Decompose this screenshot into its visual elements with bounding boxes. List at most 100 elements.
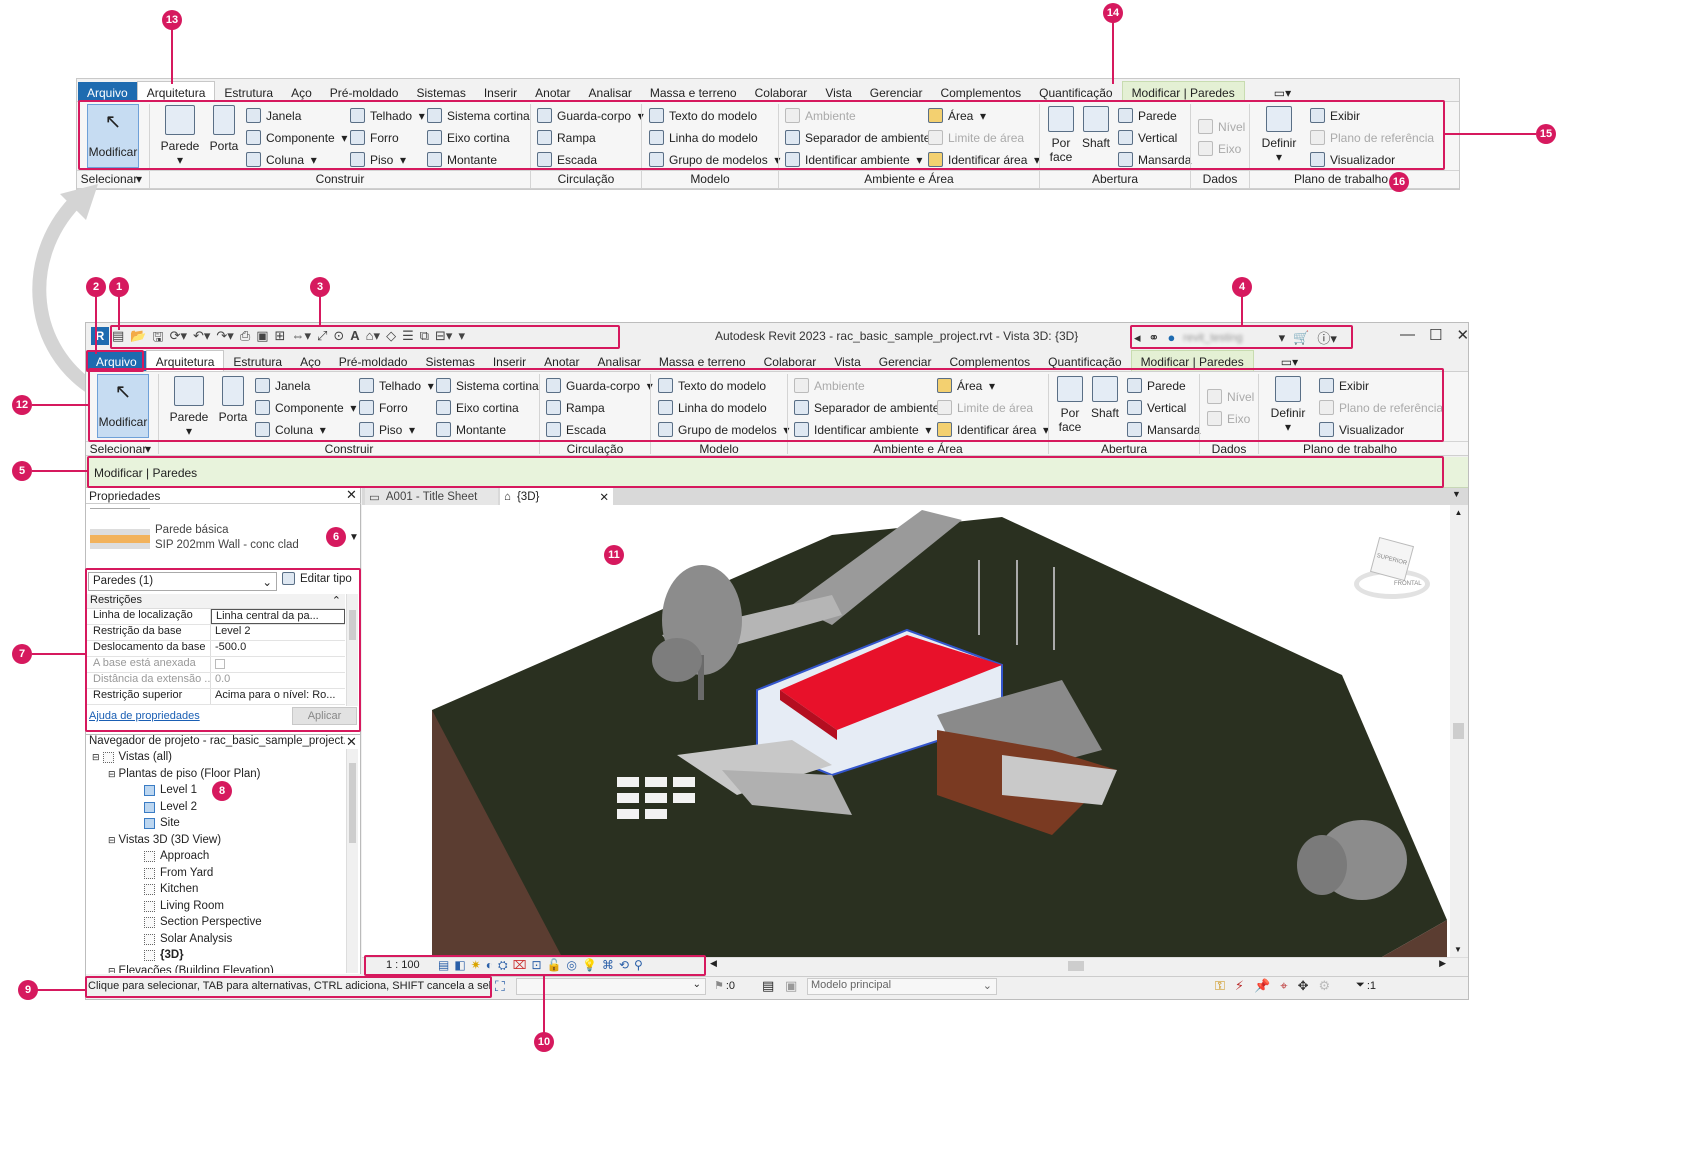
- tab-quantification[interactable]: Quantificação: [1030, 82, 1121, 103]
- model-line-button[interactable]: Linha do modelo: [658, 400, 767, 415]
- viewer-button[interactable]: Visualizador: [1319, 422, 1404, 437]
- scrollbar-thumb[interactable]: [349, 610, 356, 640]
- vertical-opening-button[interactable]: Vertical: [1127, 400, 1186, 415]
- dormer-button[interactable]: Mansarda: [1127, 422, 1200, 437]
- properties-help-link[interactable]: Ajuda de propriedades: [89, 710, 200, 722]
- property-row[interactable]: Linha de localização Linha central da pa.…: [87, 609, 345, 625]
- tag-area-button[interactable]: Identificar área ▾: [937, 422, 1049, 437]
- tab-steel[interactable]: Aço: [282, 82, 321, 103]
- show-workplane-button[interactable]: Exibir: [1310, 108, 1360, 123]
- pdf-icon[interactable]: ▣: [256, 328, 268, 350]
- column-button[interactable]: Coluna ▾: [255, 422, 326, 437]
- tree-item-view-active[interactable]: {3D}: [144, 949, 184, 961]
- close-hidden-icon[interactable]: ⧉: [420, 328, 429, 350]
- aligned-icon[interactable]: ⤢: [317, 328, 327, 350]
- tree-item-view[interactable]: From Yard: [144, 867, 213, 879]
- help-icon[interactable]: ⓘ▾: [1317, 328, 1337, 347]
- shaft-button[interactable]: Shaft: [1089, 376, 1121, 420]
- tab-structure[interactable]: Estrutura: [215, 82, 282, 103]
- type-selector-dropdown-icon[interactable]: ▼: [349, 532, 359, 543]
- vertical-opening-button[interactable]: Vertical: [1118, 130, 1177, 145]
- window-button[interactable]: Janela: [255, 378, 310, 393]
- maximize-icon[interactable]: ☐: [1429, 326, 1442, 344]
- tab-view[interactable]: Vista: [825, 351, 869, 372]
- thin-lines-icon[interactable]: ☰: [402, 328, 414, 350]
- area-button[interactable]: Área ▾: [937, 378, 995, 393]
- render-icon[interactable]: ⛭: [498, 958, 508, 973]
- tab-addins[interactable]: Complementos: [940, 351, 1039, 372]
- background-process-icon[interactable]: ⚙: [1318, 978, 1330, 994]
- roof-button[interactable]: Telhado ▾: [350, 108, 425, 123]
- modify-button[interactable]: ↖ Modificar: [97, 374, 149, 438]
- crop-view-icon[interactable]: ⌧: [513, 958, 527, 973]
- stair-button[interactable]: Escada: [537, 152, 597, 167]
- tab-collaborate[interactable]: Colaborar: [755, 351, 826, 372]
- tab-view[interactable]: Vista: [816, 82, 860, 103]
- properties-close-icon[interactable]: ✕: [346, 487, 357, 503]
- model-group-button[interactable]: Grupo de modelos ▾: [658, 422, 789, 437]
- tree-item-view[interactable]: Living Room: [144, 900, 224, 912]
- tree-node-views[interactable]: ⊟ Vistas (all): [92, 751, 172, 763]
- tree-item-view[interactable]: Level 2: [144, 801, 197, 813]
- wall-button[interactable]: Parede ▾: [160, 105, 200, 167]
- viewport-hscrollbar[interactable]: ◀ ▶: [708, 958, 1450, 973]
- stair-button[interactable]: Escada: [546, 422, 606, 437]
- editing-requests[interactable]: ⚑:0: [714, 979, 735, 993]
- property-row[interactable]: Deslocamento da base -500.0: [87, 641, 345, 657]
- tab-modify-walls[interactable]: Modificar | Paredes: [1121, 81, 1245, 103]
- modify-button[interactable]: ↖ Modificar: [87, 104, 139, 168]
- tab-systems[interactable]: Sistemas: [416, 351, 483, 372]
- curtain-system-button[interactable]: Sistema cortina: [427, 108, 530, 123]
- room-separator-button[interactable]: Separador de ambiente: [785, 130, 930, 145]
- visual-style-icon[interactable]: ◧: [454, 958, 465, 973]
- properties-scrollbar[interactable]: [346, 594, 358, 706]
- sun-path-icon[interactable]: ✷: [471, 958, 481, 973]
- design-option-select[interactable]: Modelo principal ⌄: [807, 978, 997, 995]
- room-button[interactable]: Ambiente: [794, 378, 865, 393]
- detail-level-icon[interactable]: ▤: [438, 958, 449, 973]
- scroll-up-icon[interactable]: ▲: [1450, 508, 1467, 517]
- tab-precast[interactable]: Pré-moldado: [330, 351, 417, 372]
- roof-button[interactable]: Telhado ▾: [359, 378, 434, 393]
- select-underlay-icon[interactable]: ⚡: [1235, 978, 1244, 994]
- window-button[interactable]: Janela: [246, 108, 301, 123]
- temp-hide-icon[interactable]: ◎: [566, 958, 576, 973]
- save-icon[interactable]: 🖫: [152, 328, 163, 350]
- tag-icon[interactable]: ⊙: [333, 328, 344, 350]
- collapse-arrow-icon[interactable]: ◂: [1134, 330, 1141, 346]
- area-boundary-button[interactable]: Limite de área: [928, 130, 1024, 145]
- model-text-button[interactable]: Texto do modelo: [658, 378, 766, 393]
- mullion-button[interactable]: Montante: [427, 152, 497, 167]
- property-row[interactable]: Restrição superior Acima para o nível: Ro…: [87, 689, 345, 705]
- binoculars-icon[interactable]: ⚭: [1149, 330, 1160, 346]
- design-options-editing-icon[interactable]: ▣: [785, 978, 797, 994]
- sync-icon[interactable]: ⟳▾: [170, 328, 187, 350]
- worksharing-status-icon[interactable]: ⛶: [495, 978, 505, 995]
- tab-systems[interactable]: Sistemas: [407, 82, 474, 103]
- edit-type-button[interactable]: Editar tipo: [282, 572, 352, 585]
- section-icon[interactable]: ◇: [386, 328, 396, 350]
- print-icon[interactable]: ⎙: [240, 328, 250, 350]
- browser-close-icon[interactable]: ✕: [346, 734, 357, 750]
- tab-annotate[interactable]: Anotar: [526, 82, 579, 103]
- curtain-system-button[interactable]: Sistema cortina: [436, 378, 539, 393]
- browser-scrollbar[interactable]: [346, 749, 358, 973]
- switch-windows-icon[interactable]: ⊟▾: [435, 328, 452, 350]
- minimize-icon[interactable]: —: [1400, 326, 1415, 344]
- tag-room-button[interactable]: Identificar ambiente ▾: [794, 422, 931, 437]
- 3d-viewport[interactable]: SUPERIOR FRONTAL: [362, 505, 1450, 957]
- tree-item-view[interactable]: Level 1: [144, 784, 197, 796]
- property-row[interactable]: Restrição da base Level 2: [87, 625, 345, 641]
- scrollbar-thumb[interactable]: [1453, 723, 1464, 739]
- measure-icon[interactable]: ⊞: [275, 328, 286, 350]
- room-button[interactable]: Ambiente: [785, 108, 856, 123]
- home-icon[interactable]: ▤: [112, 328, 124, 350]
- worksharing-icon[interactable]: ⌘: [602, 958, 614, 973]
- dimension-icon[interactable]: ⇔▾: [291, 328, 311, 350]
- tab-analyze[interactable]: Analisar: [580, 82, 641, 103]
- tab-analyze[interactable]: Analisar: [589, 351, 650, 372]
- scrollbar-thumb[interactable]: [349, 763, 356, 843]
- tree-item-view[interactable]: Kitchen: [144, 883, 198, 895]
- 3d-view-icon[interactable]: ⌂▾: [366, 328, 380, 350]
- tab-massing-site[interactable]: Massa e terreno: [641, 82, 746, 103]
